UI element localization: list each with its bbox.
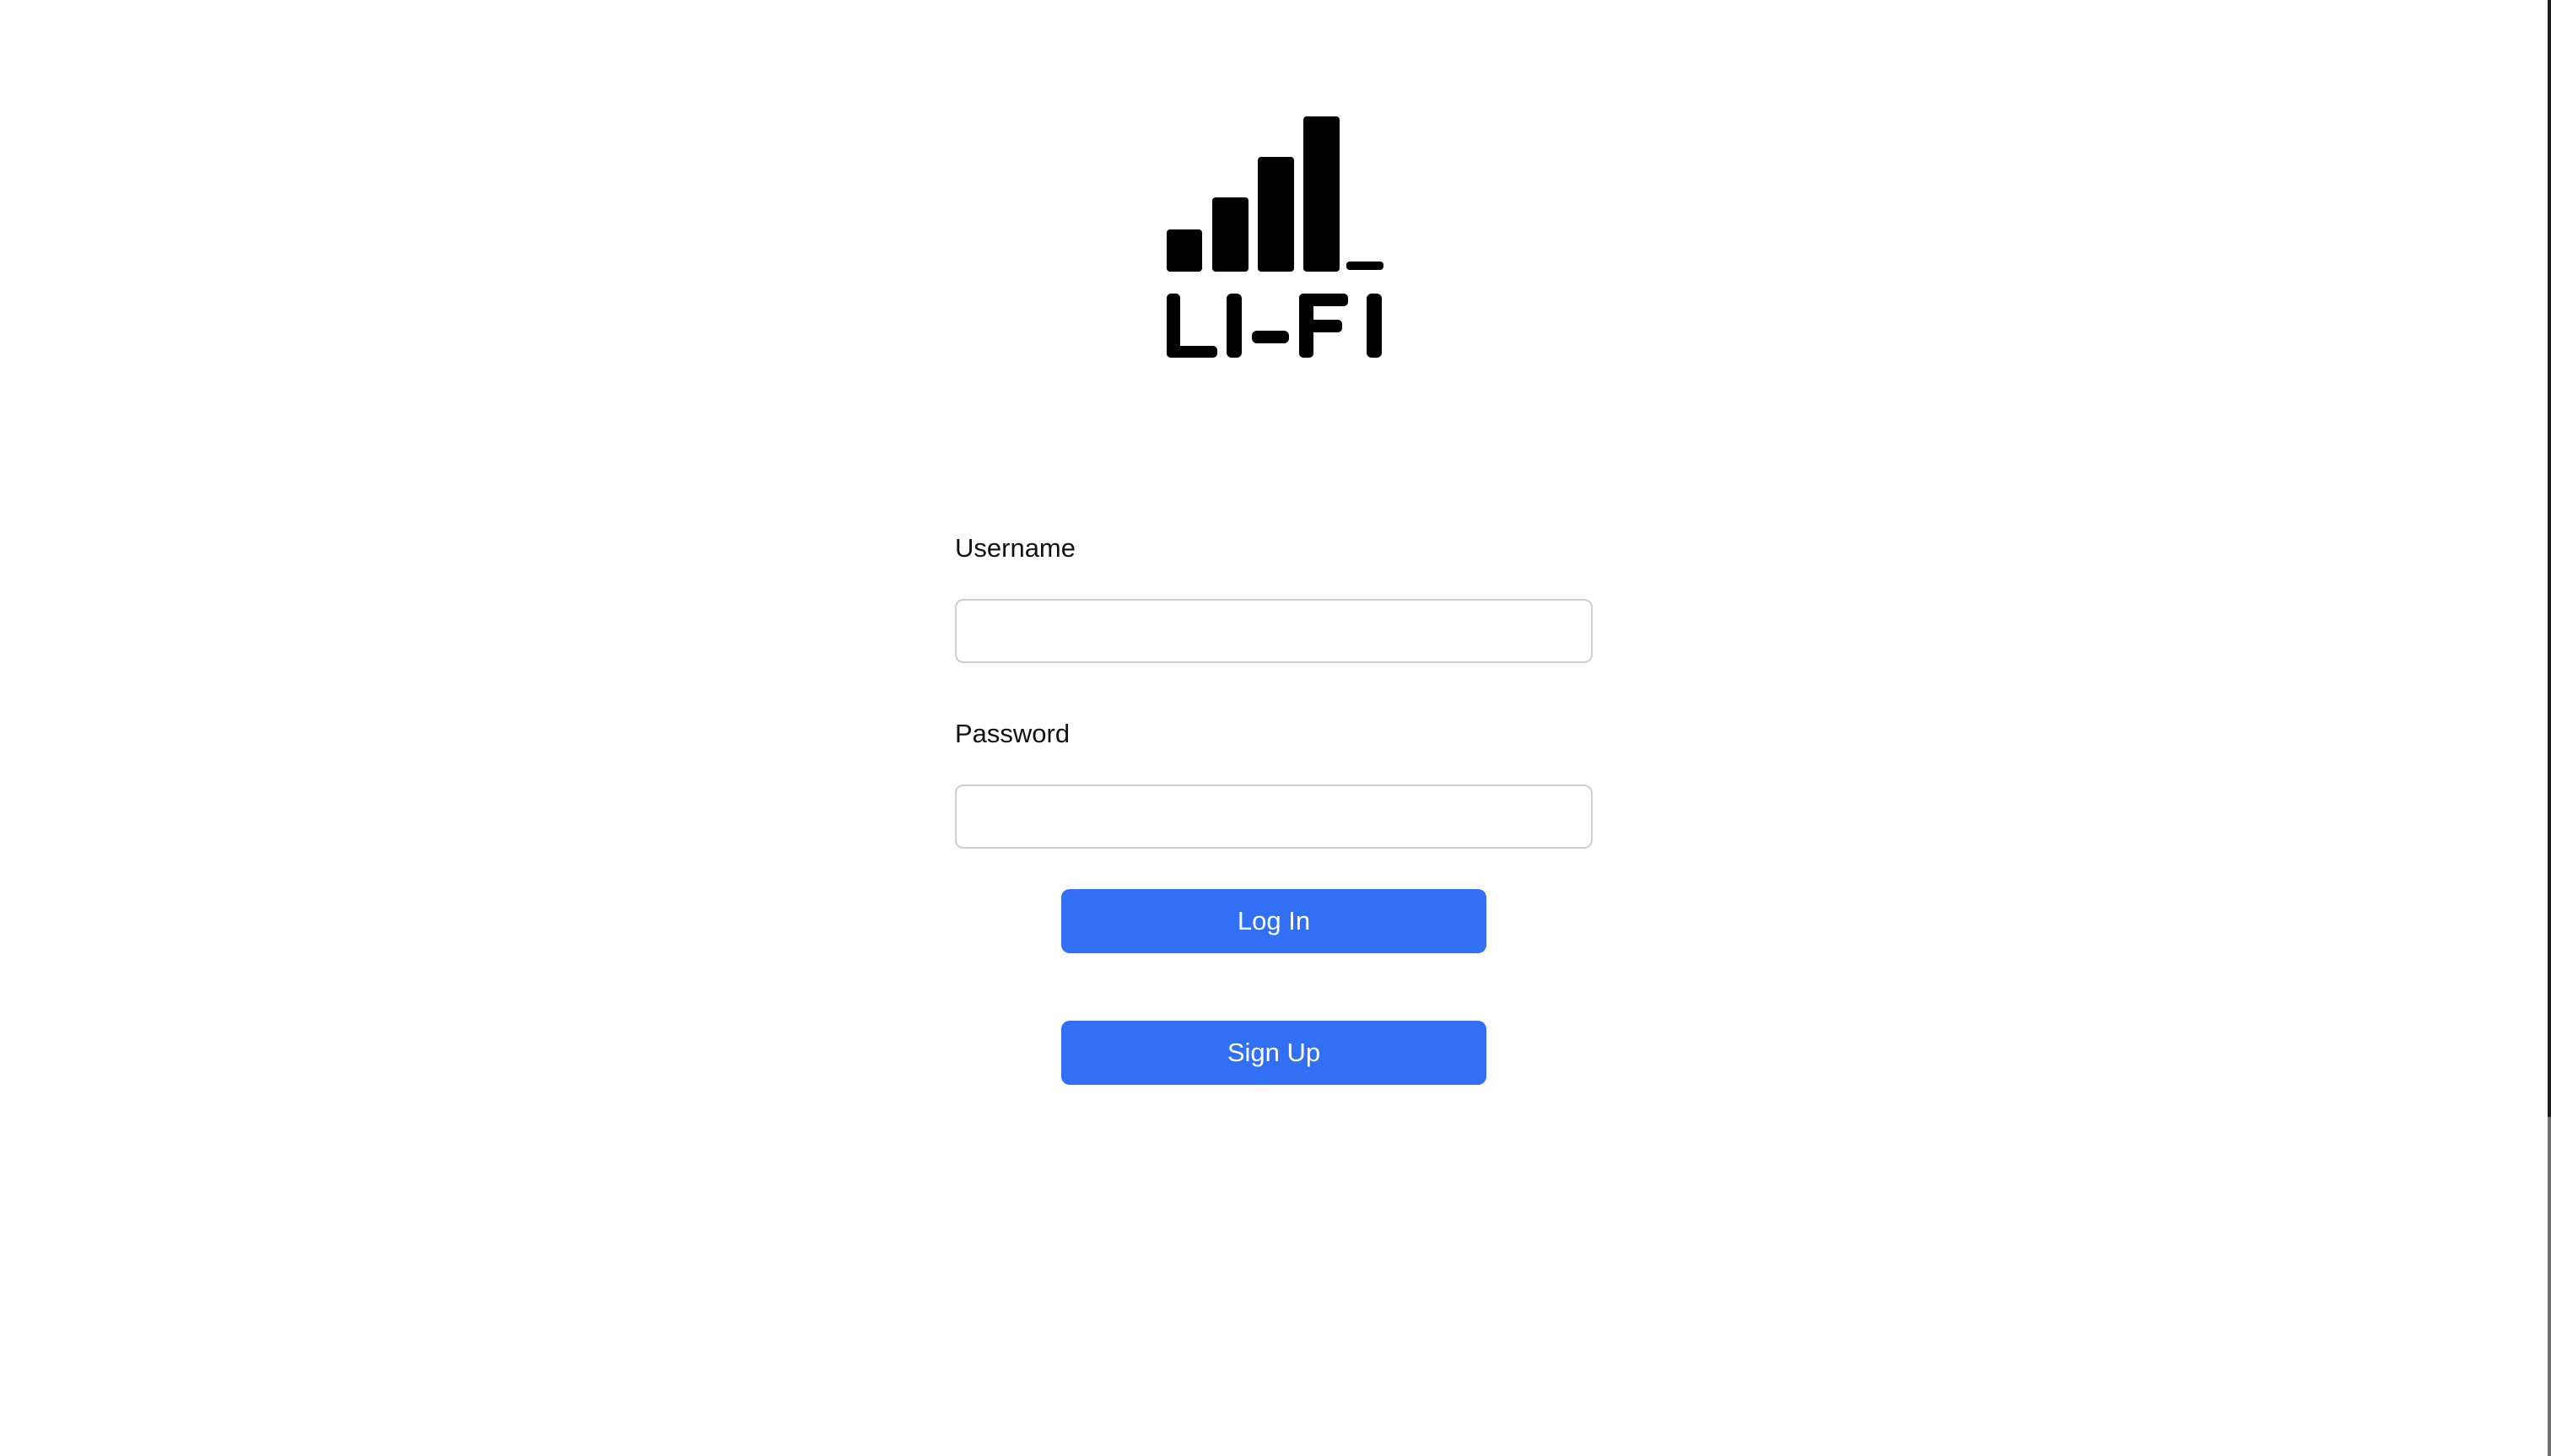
window-edge: [2548, 0, 2551, 1117]
password-input[interactable]: [955, 785, 1593, 849]
password-label: Password: [955, 719, 1071, 748]
signal-bars-icon: [1167, 116, 1383, 358]
brand-logo: [1164, 111, 1385, 361]
login-button[interactable]: Log In: [1061, 889, 1486, 953]
username-input[interactable]: [955, 599, 1593, 663]
app-window: Username Password Log In Sign Up: [0, 0, 2548, 1456]
window-edge-lower: [2548, 1117, 2551, 1456]
signup-button[interactable]: Sign Up: [1061, 1021, 1486, 1085]
username-label: Username: [955, 533, 1076, 563]
